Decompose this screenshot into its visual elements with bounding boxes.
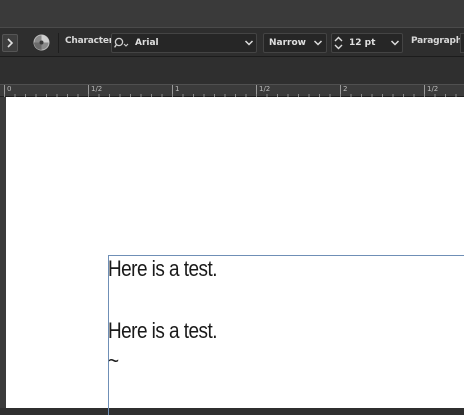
text-line[interactable]: Here is a test.: [108, 318, 217, 344]
ruler-label: 1/2: [427, 85, 439, 93]
ruler-label: 2: [343, 85, 348, 93]
font-style-dropdown[interactable]: Narrow: [263, 33, 327, 53]
paragraph-panel-link[interactable]: Paragraph:: [411, 36, 464, 46]
text-line[interactable]: ~: [108, 348, 119, 374]
font-family-value: Arial: [135, 38, 159, 48]
chevron-down-icon[interactable]: [313, 38, 323, 48]
chevron-down-icon[interactable]: [390, 38, 400, 48]
chevron-down-icon[interactable]: [244, 38, 254, 48]
font-style-value: Narrow: [269, 38, 306, 48]
chevron-right-icon: [7, 38, 14, 48]
font-family-dropdown[interactable]: Arial: [111, 33, 257, 53]
paragraph-align-buttons[interactable]: [460, 33, 464, 53]
panel-collapse-button[interactable]: [2, 34, 18, 52]
control-bar: Character: Arial Narrow 12 pt Paragraph:: [0, 27, 464, 57]
character-panel-link[interactable]: Character:: [65, 36, 117, 46]
recolor-artwork-icon[interactable]: [33, 34, 50, 51]
search-icon: [114, 37, 129, 48]
text-line[interactable]: Here is a test.: [108, 256, 217, 282]
stepper-updown-icon[interactable]: [334, 36, 343, 50]
ruler-label: 0: [7, 85, 12, 93]
horizontal-ruler[interactable]: 0 1/2 1 1/2 2 1/2: [0, 84, 464, 98]
ruler-label: 1/2: [259, 85, 271, 93]
font-size-field[interactable]: 12 pt: [331, 33, 403, 53]
ruler-label: 1: [175, 85, 180, 93]
font-size-value: 12 pt: [349, 38, 376, 48]
toolbar-divider: [58, 33, 59, 53]
ruler-label: 1/2: [91, 85, 103, 93]
application-bar: [0, 0, 464, 28]
